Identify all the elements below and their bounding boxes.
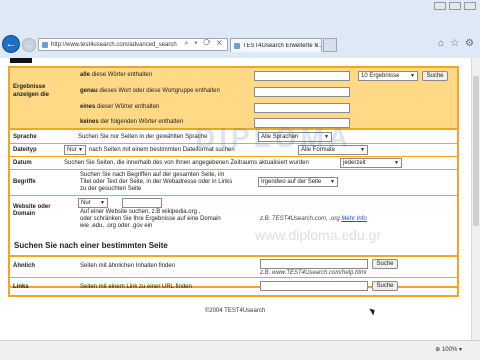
browser-chrome: ← → http://www.test4usearch.com/advanced… [0,0,480,58]
specific-page-panel: Ähnlich Seiten mit ähnlichen Inhalten fi… [8,255,459,297]
similar-url-input[interactable] [260,259,368,269]
chevron-down-icon: ▼ [410,73,415,79]
page-content: Ergebnisse anzeigen die alle diese Wörte… [0,58,480,340]
filetype-select[interactable]: Alle Formate ▼ [298,145,368,155]
site-logo [10,58,32,63]
more-info-link[interactable]: Mehr Info [341,216,366,222]
scrollbar-thumb[interactable] [473,76,479,226]
tab-label: TEST4Usearch Erweiterte S... [242,42,321,49]
toolbar-right-icons: ⌂ ☆ ⚙ [438,38,474,49]
search-row-all: alle diese Wörter enthalten [80,72,153,78]
page-icon [42,41,48,48]
any-words-input[interactable] [254,103,350,113]
exact-phrase-input[interactable] [254,87,350,97]
address-bar[interactable]: http://www.test4usearch.com/advanced_sea… [38,38,228,51]
search-row-exact: genau dieses Wort oder diese Wortgruppe … [80,88,220,94]
results-count-select[interactable]: 10 Ergebnisse ▼ [358,71,418,81]
address-tools-icons[interactable]: ⌕ ▾ ⟳ ✕ [184,40,224,48]
browser-window: ← → http://www.test4usearch.com/advanced… [0,0,480,360]
links-desc: Seiten mit einem Link zu einer URL finde… [80,284,192,290]
domain-example: z.B. TEST4Usearch.com, .org Mehr Info [260,216,367,222]
option-row-domain: Website oder Domain Nur ▼ Auf einer Websi… [10,196,457,229]
chevron-down-icon: ▼ [78,147,83,153]
tab-close-icon[interactable]: × [314,43,318,49]
tab-advanced-search[interactable]: TEST4Usearch Erweiterte S... × [230,38,322,52]
domain-desc-line3: wie .edu, .org oder .gov ein [80,223,153,229]
option-row-language: Sprache Suchen Sie nur Seiten in der gew… [10,130,457,144]
close-window-button[interactable] [464,2,476,10]
language-select[interactable]: Alle Sprachen ▼ [258,132,332,142]
filetype-desc: nach Seiten mit einem bestimmten Dateifo… [89,147,235,153]
favorites-star-icon[interactable]: ☆ [450,38,459,49]
section-label: Ergebnisse anzeigen die [13,84,50,98]
zoom-level[interactable]: ⊕ 100% ▾ [435,346,462,353]
similar-example: z.B. www.TEST4Usearch.com/help.html [260,270,367,276]
terms-desc-line3: zu der gesuchten Seite [80,186,142,192]
search-panel: Ergebnisse anzeigen die alle diese Wörte… [8,66,459,130]
terms-select[interactable]: Irgendwo auf der Seite ▼ [258,177,338,187]
option-row-terms: Begriffe Suchen Sie nach Begriffen auf d… [10,170,457,196]
back-button[interactable]: ← [2,35,20,53]
status-bar: ⊕ 100% ▾ [0,340,480,360]
chevron-down-icon: ▼ [394,160,399,166]
chevron-down-icon: ▼ [360,147,365,153]
domain-mode-select[interactable]: Nur ▼ [78,198,108,208]
domain-label-line1: Website oder [13,204,51,210]
url-text: http://www.test4usearch.com/advanced_sea… [51,41,177,48]
vertical-scrollbar[interactable] [471,58,480,340]
minimize-button[interactable] [434,2,446,10]
new-tab-button[interactable] [323,38,337,52]
terms-desc-line1: Suchen Sie nach Begriffen auf der gesamt… [80,172,225,178]
home-icon[interactable]: ⌂ [438,38,444,49]
language-label: Sprache [13,134,37,140]
similar-desc: Seiten mit ähnlichen Inhalten finden [80,263,176,269]
chevron-down-icon: ▼ [330,179,335,185]
date-desc: Suchen Sie Seiten, die innerhalb des von… [64,160,309,166]
date-label: Datum [13,160,32,166]
similar-search-button[interactable]: Suche [372,259,398,269]
specific-page-heading: Suchen Sie nach einer bestimmten Seite [14,241,168,250]
none-words-input[interactable] [254,118,350,128]
maximize-button[interactable] [449,2,461,10]
language-desc: Suchen Sie nur Seiten in der gewählten S… [78,134,208,140]
date-select[interactable]: jederzeit ▼ [340,158,402,168]
terms-desc-line2: Titel oder Text der Seite, in der Webadr… [80,179,233,185]
links-search-button[interactable]: Suche [372,281,398,291]
search-button[interactable]: Suche [422,71,448,81]
links-label: Links [13,284,29,290]
terms-label: Begriffe [13,179,36,185]
similar-label: Ähnlich [13,263,35,269]
search-row-any: eines dieser Wörter enthalten [80,104,160,110]
domain-input[interactable] [122,198,162,208]
forward-arrow-icon: → [25,40,33,50]
links-url-input[interactable] [260,281,368,291]
chevron-down-icon: ▼ [100,200,105,206]
copyright-text: ©2004 TEST4Usearch [204,308,266,314]
chevron-down-icon: ▼ [324,134,329,140]
domain-label-line2: Domain [13,211,36,217]
window-controls [434,2,476,10]
domain-desc-line1: Auf einer Website suchen, z.B wikipedia.… [80,209,201,215]
forward-button[interactable]: → [22,38,36,52]
all-words-input[interactable] [254,71,350,81]
domain-desc-line2: oder schränken Sie Ihre Ergebnisse auf e… [80,216,221,222]
tab-favicon-icon [234,42,240,49]
search-row-none: keines der folgenden Wörter enthalten [80,119,184,125]
settings-gear-icon[interactable]: ⚙ [465,38,474,49]
divider [10,277,457,278]
filetype-label: Dateityp [13,147,37,153]
option-row-filetype: Dateityp Nur ▼ nach Seiten mit einem best… [10,144,457,157]
option-row-date: Datum Suchen Sie Seiten, die innerhalb d… [10,157,457,170]
back-arrow-icon: ← [5,38,17,50]
filetype-mode-select[interactable]: Nur ▼ [64,145,86,155]
